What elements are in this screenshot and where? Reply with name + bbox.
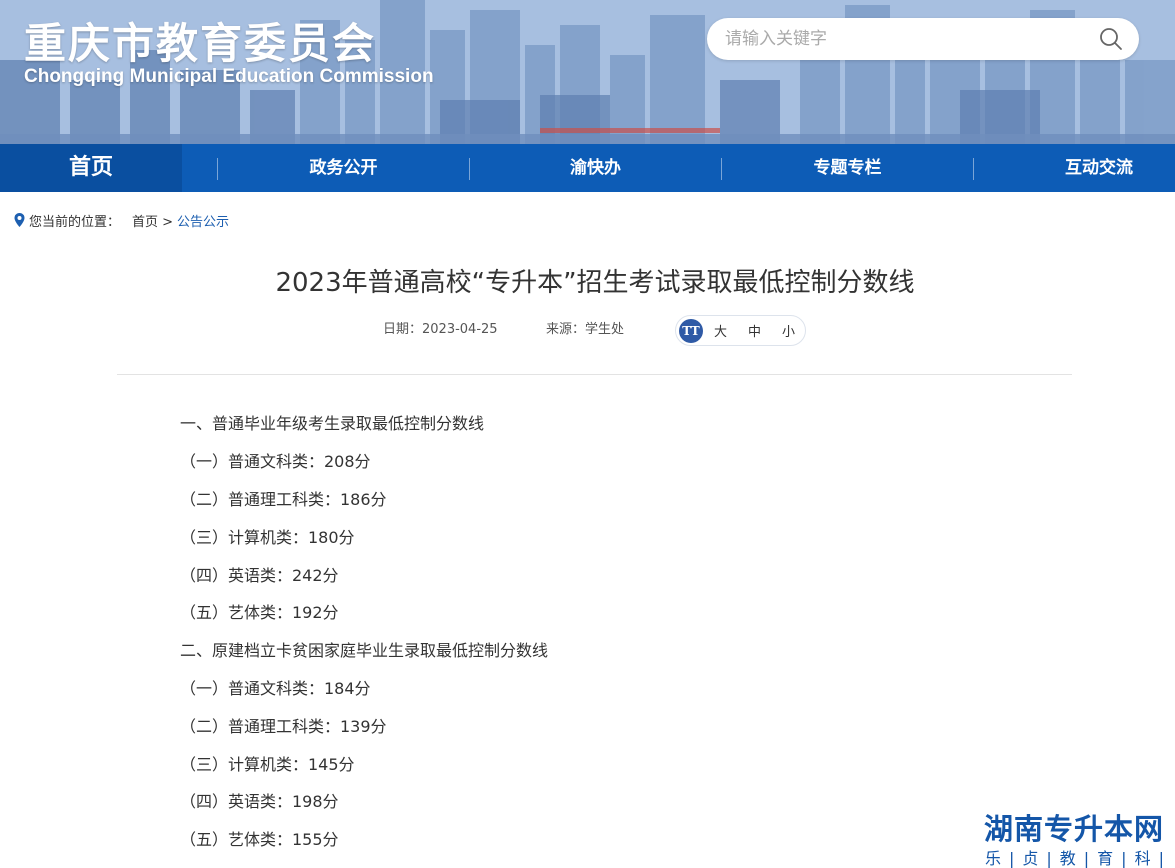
score-line: （二）普通理工科类：186分 [180, 490, 387, 509]
site-title: 重庆市教育委员会 [24, 19, 377, 68]
breadcrumb-home-link[interactable]: 首页 > [132, 211, 173, 230]
watermark-title: 湖南专升本网 [984, 812, 1165, 846]
score-line: （五）艺体类：155分 [180, 830, 339, 849]
search-input[interactable] [725, 27, 1085, 51]
font-size-large[interactable]: 大 [714, 321, 727, 340]
search-box[interactable] [707, 18, 1139, 60]
font-size-control: TT 大 中 小 [675, 315, 806, 346]
watermark-subtitle: 乐|贞|教|育|科|技 [985, 849, 1172, 868]
breadcrumb-prefix: 您当前的位置： [29, 214, 121, 230]
nav-item-interaction[interactable]: 互动交流 [974, 144, 1175, 192]
score-line: （三）计算机类：145分 [180, 755, 355, 774]
font-size-small[interactable]: 小 [782, 321, 795, 340]
main-nav: 首页 政务公开 渝快办 专题专栏 互动交流 [0, 144, 1175, 192]
search-icon[interactable] [1099, 27, 1123, 51]
score-line: （一）普通文科类：208分 [180, 452, 371, 471]
site-subtitle: Chongqing Municipal Education Commission [24, 66, 434, 87]
header-banner: 重庆市教育委员会 Chongqing Municipal Education C… [0, 0, 1175, 144]
article-title: 2023年普通高校“专升本”招生考试录取最低控制分数线 [275, 268, 915, 298]
location-pin-icon [14, 213, 25, 227]
nav-item-yukuaiban[interactable]: 渝快办 [470, 144, 721, 192]
divider [117, 374, 1072, 375]
breadcrumb-current-link[interactable]: 公告公示 [177, 211, 229, 230]
font-size-medium[interactable]: 中 [748, 321, 761, 340]
nav-item-home[interactable]: 首页 [0, 144, 182, 192]
score-line: （三）计算机类：180分 [180, 528, 355, 547]
score-line: （四）英语类：198分 [180, 792, 339, 811]
nav-item-special-topics[interactable]: 专题专栏 [722, 144, 973, 192]
section-heading: 一、普通毕业年级考生录取最低控制分数线 [180, 414, 485, 433]
section-heading: 二、原建档立卡贫困家庭毕业生录取最低控制分数线 [180, 641, 549, 660]
article-date: 日期：2023-04-25 [383, 322, 498, 337]
score-line: （四）英语类：242分 [180, 566, 339, 585]
nav-item-government-affairs[interactable]: 政务公开 [218, 144, 469, 192]
score-line: （五）艺体类：192分 [180, 603, 339, 622]
score-line: （一）普通文科类：184分 [180, 679, 371, 698]
score-line: （二）普通理工科类：139分 [180, 717, 387, 736]
text-size-icon: TT [679, 318, 703, 343]
article-source: 来源：学生处 [546, 322, 625, 337]
breadcrumb: 您当前的位置： 首页 > 公告公示 [14, 210, 229, 230]
